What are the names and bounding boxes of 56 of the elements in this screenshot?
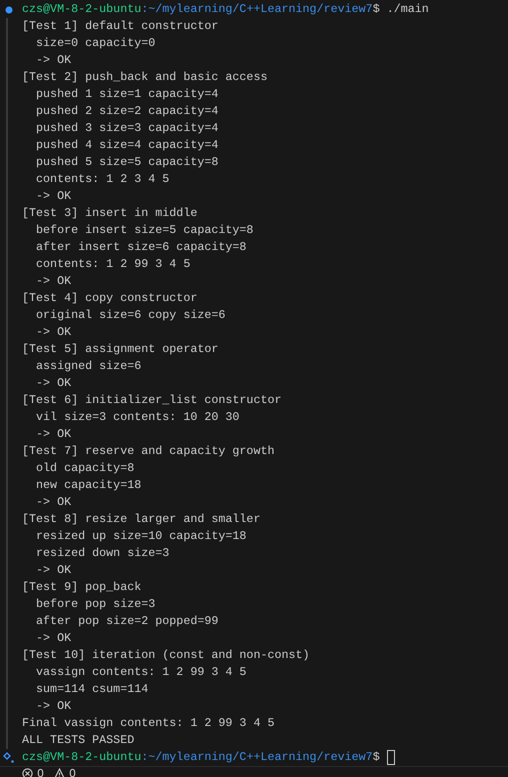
command-decoration-icon[interactable] (3, 752, 15, 764)
output-line: [Test 8] resize larger and smaller (22, 511, 260, 528)
error-icon[interactable] (22, 768, 33, 777)
output-line: sum=114 csum=114 (35, 681, 148, 698)
output-line: [Test 3] insert in middle (22, 205, 198, 222)
error-count[interactable]: 0 (37, 767, 44, 777)
output-line: [Test 4] copy constructor (22, 290, 198, 307)
output-line: old capacity=8 (35, 460, 134, 477)
output-line: -> OK (35, 494, 72, 511)
output-line: [Test 10] iteration (const and non-const) (22, 647, 310, 664)
output-line: -> OK (35, 324, 72, 341)
output-line: assigned size=6 (35, 358, 142, 375)
output-line: original size=6 copy size=6 (35, 307, 226, 324)
output-line: [Test 7] reserve and capacity growth (22, 443, 274, 460)
output-line: -> OK (35, 562, 72, 579)
output-line: vassign contents: 1 2 99 3 4 5 (35, 664, 246, 681)
output-line: -> OK (35, 375, 72, 392)
output-line: pushed 3 size=3 capacity=4 (35, 120, 218, 137)
output-line: [Test 9] pop_back (22, 579, 142, 596)
output-line: -> OK (35, 426, 72, 443)
output-line: -> OK (35, 630, 72, 647)
output-line: pushed 2 size=2 capacity=4 (35, 103, 218, 120)
output-line: pushed 5 size=5 capacity=8 (35, 154, 218, 171)
output-line: resized up size=10 capacity=18 (35, 528, 246, 545)
output-line: vil size=3 contents: 10 20 30 (35, 409, 240, 426)
prompt-symbol: $ (372, 749, 380, 766)
command-status-icon[interactable] (5, 6, 13, 14)
warning-icon[interactable] (54, 768, 65, 777)
output-line: -> OK (35, 188, 72, 205)
output-line: pushed 1 size=1 capacity=4 (35, 86, 218, 103)
output-line: [Test 5] assignment operator (22, 341, 218, 358)
output-line: pushed 4 size=4 capacity=4 (35, 137, 218, 154)
prompt-user: czs@VM-8-2-ubuntu (22, 749, 142, 766)
output-line: -> OK (35, 698, 72, 715)
output-line: size=0 capacity=0 (35, 35, 156, 52)
output-line: contents: 1 2 99 3 4 5 (35, 256, 190, 273)
prompt-path: :~/mylearning/C++Learning/review7 (141, 1, 373, 18)
output-line: contents: 1 2 3 4 5 (35, 171, 170, 188)
output-line: [Test 1] default constructor (22, 18, 218, 35)
output-line: before pop size=3 (35, 596, 156, 613)
command-text: ./main (386, 1, 429, 18)
output-line: -> OK (35, 273, 72, 290)
output-line: new capacity=18 (35, 477, 142, 494)
output-line: -> OK (35, 52, 72, 69)
output-line: [Test 2] push_back and basic access (22, 69, 268, 86)
output-line: after insert size=6 capacity=8 (35, 239, 246, 256)
output-line: after pop size=2 popped=99 (35, 613, 218, 630)
prompt-symbol: $ (372, 1, 380, 18)
warning-count[interactable]: 0 (69, 767, 76, 777)
output-line: [Test 6] initializer_list constructor (22, 392, 282, 409)
prompt-path: :~/mylearning/C++Learning/review7 (141, 749, 373, 766)
output-line: resized down size=3 (35, 545, 170, 562)
output-line: ALL TESTS PASSED (22, 732, 134, 749)
prompt-user: czs@VM-8-2-ubuntu (22, 1, 142, 18)
output-line: Final vassign contents: 1 2 99 3 4 5 (22, 715, 274, 732)
output-line: before insert size=5 capacity=8 (35, 222, 254, 239)
